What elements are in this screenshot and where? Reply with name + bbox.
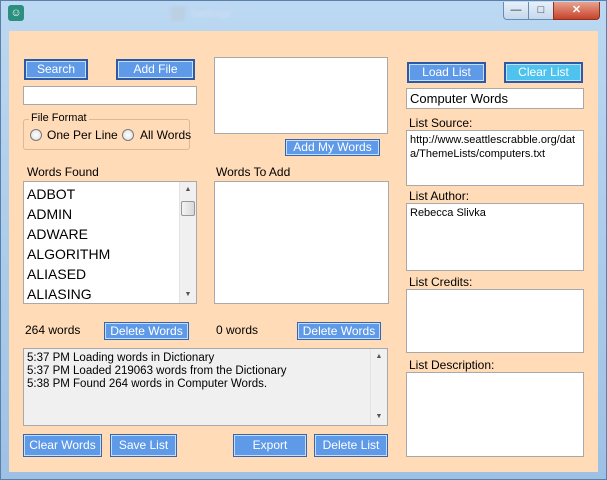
- list-author-label: List Author:: [409, 189, 470, 203]
- log-textbox[interactable]: 5:37 PM Loading words in Dictionary 5:37…: [23, 348, 388, 426]
- file-format-title: File Format: [29, 112, 89, 124]
- close-button[interactable]: ✕: [553, 2, 600, 20]
- search-button[interactable]: Search: [24, 59, 88, 80]
- words-found-list[interactable]: ADBOT ADMIN ADWARE ALGORITHM ALIASED ALI…: [23, 181, 197, 304]
- window-title: Settings: [191, 8, 231, 20]
- owl-icon: ☺: [8, 5, 24, 21]
- settings-icon: [171, 7, 185, 21]
- words-to-add-count: 0 words: [216, 323, 259, 337]
- scroll-up-icon[interactable]: ▲: [371, 349, 387, 365]
- list-item[interactable]: ADMIN: [27, 206, 72, 222]
- app-window: ☺ Settings — □ ✕ Search Add File File Fo…: [0, 0, 607, 480]
- add-file-button[interactable]: Add File: [116, 59, 195, 80]
- export-button[interactable]: Export: [233, 434, 307, 457]
- list-name-input[interactable]: Computer Words: [406, 88, 584, 109]
- main-panel: Search Add File File Format One Per Line…: [9, 31, 598, 472]
- scroll-down-icon[interactable]: ▼: [180, 287, 196, 303]
- words-to-add-label: Words To Add: [216, 165, 291, 179]
- words-found-scrollbar[interactable]: ▲ ▼: [179, 182, 196, 303]
- my-words-textarea[interactable]: [214, 57, 388, 134]
- delete-list-button[interactable]: Delete List: [314, 434, 388, 457]
- radio-one-per-line[interactable]: [30, 129, 42, 141]
- list-item[interactable]: ADBOT: [27, 186, 75, 202]
- list-credits-textbox[interactable]: [406, 289, 584, 353]
- words-found-count: 264 words: [25, 323, 81, 337]
- list-item[interactable]: ALIASING: [27, 286, 92, 302]
- list-source-value: http://www.seattlescrabble.org/data/Them…: [410, 134, 576, 160]
- delete-found-words-button[interactable]: Delete Words: [104, 322, 189, 340]
- words-found-label: Words Found: [27, 165, 99, 179]
- scroll-thumb[interactable]: [181, 201, 195, 216]
- list-source-textbox[interactable]: http://www.seattlescrabble.org/data/Them…: [406, 130, 584, 186]
- add-my-words-button[interactable]: Add My Words: [285, 139, 380, 156]
- search-input[interactable]: [23, 86, 197, 105]
- list-item[interactable]: ALIASED: [27, 266, 86, 282]
- scroll-down-icon[interactable]: ▼: [371, 409, 387, 425]
- log-line: 5:37 PM Loaded 219063 words from the Dic…: [27, 365, 287, 377]
- radio-all-words[interactable]: [122, 129, 134, 141]
- clear-list-button[interactable]: Clear List: [504, 62, 583, 83]
- list-item[interactable]: ADWARE: [27, 226, 88, 242]
- log-line: 5:37 PM Loading words in Dictionary: [27, 352, 215, 364]
- words-to-add-list[interactable]: [214, 181, 389, 304]
- clear-words-button[interactable]: Clear Words: [23, 434, 102, 457]
- load-list-button[interactable]: Load List: [407, 62, 486, 83]
- list-item[interactable]: ALGORITHM: [27, 246, 110, 262]
- radio-label-one-per-line: One Per Line: [47, 128, 118, 142]
- list-source-label: List Source:: [409, 116, 473, 130]
- list-author-textbox[interactable]: Rebecca Slivka: [406, 203, 584, 271]
- list-description-textbox[interactable]: [406, 372, 584, 457]
- log-line: 5:38 PM Found 264 words in Computer Word…: [27, 378, 268, 390]
- radio-label-all-words: All Words: [140, 128, 192, 142]
- log-scrollbar[interactable]: ▲ ▼: [370, 349, 387, 425]
- minimize-button[interactable]: —: [503, 2, 529, 20]
- list-author-value: Rebecca Slivka: [410, 207, 486, 219]
- scroll-up-icon[interactable]: ▲: [180, 182, 196, 198]
- delete-add-words-button[interactable]: Delete Words: [297, 322, 381, 340]
- list-credits-label: List Credits:: [409, 275, 473, 289]
- save-list-button[interactable]: Save List: [110, 434, 177, 457]
- list-description-label: List Description:: [409, 358, 495, 372]
- maximize-button[interactable]: □: [528, 2, 554, 20]
- title-bar[interactable]: ☺ Settings — □ ✕: [1, 1, 606, 31]
